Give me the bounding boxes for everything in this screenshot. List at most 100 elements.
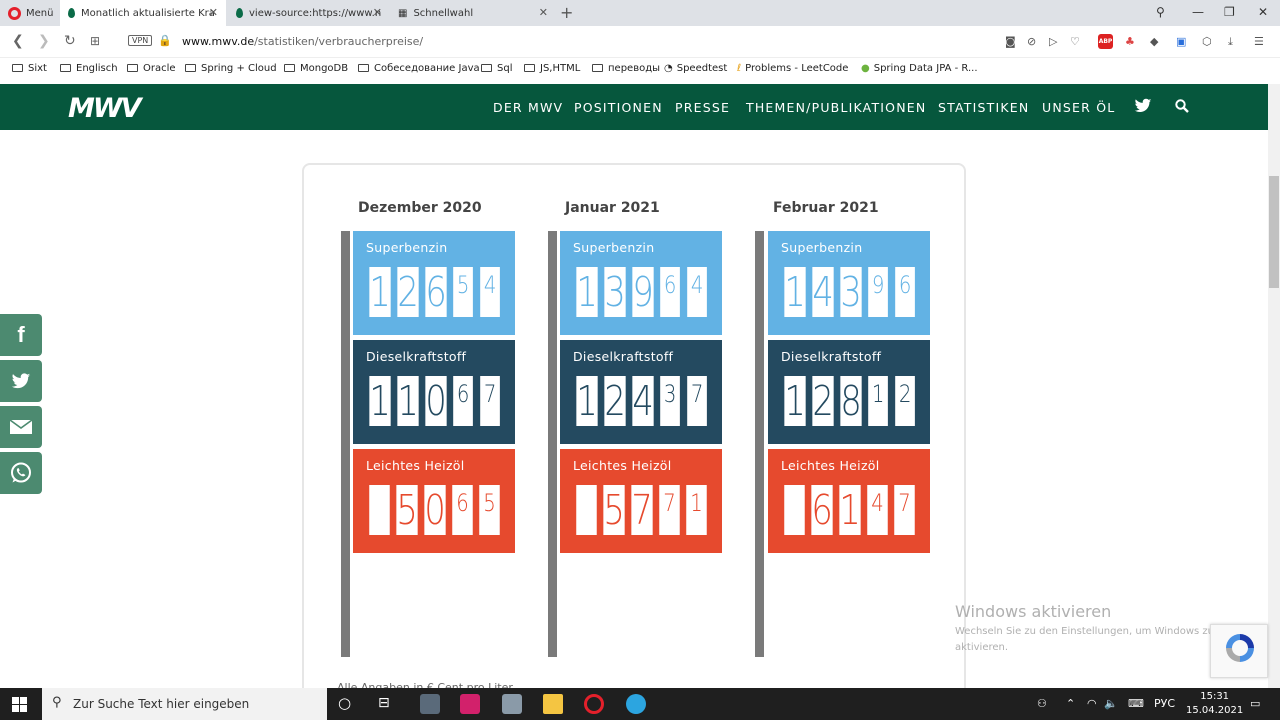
bookmark-item[interactable]: Собеседование Java xyxy=(358,63,480,74)
price-digit xyxy=(369,485,390,535)
nav-unser-oel[interactable]: UNSER ÖL xyxy=(1042,100,1115,115)
bookmark-item[interactable]: MongoDB xyxy=(284,63,348,74)
price-digit: 7 xyxy=(479,376,500,426)
price-digit: 7 xyxy=(631,485,653,535)
close-icon[interactable]: ✕ xyxy=(373,6,382,19)
window-close-icon[interactable]: ✕ xyxy=(1258,5,1268,19)
month-label: Dezember 2020 xyxy=(358,200,482,216)
close-icon[interactable]: ✕ xyxy=(209,6,218,19)
bookmark-item[interactable]: ◔ Speedtest xyxy=(664,63,727,74)
price-digit: 4 xyxy=(686,267,707,317)
bookmarks-bar: Sixt Englisch Oracle Spring + Cloud Mong… xyxy=(0,58,1280,82)
wifi-icon[interactable]: ◠ xyxy=(1087,697,1097,710)
bookmark-item[interactable]: Sixt xyxy=(12,63,47,74)
price-digit: 3 xyxy=(660,376,681,426)
share-twitter-button[interactable] xyxy=(0,360,42,402)
extension-icon[interactable]: ◆ xyxy=(1150,35,1158,48)
recaptcha-badge[interactable] xyxy=(1210,624,1268,678)
url-field[interactable]: www.mwv.de/statistiken/verbraucherpreise… xyxy=(182,35,423,48)
twitter-icon[interactable] xyxy=(1134,98,1152,118)
price-digit: 1 xyxy=(576,376,598,426)
intellij-icon[interactable] xyxy=(460,694,480,714)
volume-icon[interactable]: 🔈 xyxy=(1104,697,1118,710)
search-icon[interactable] xyxy=(1175,98,1189,117)
bookmark-item[interactable]: Englisch xyxy=(60,63,118,74)
tab-speed-dial[interactable]: ▦ Schnellwahl ✕ xyxy=(390,0,556,26)
lock-icon[interactable]: 🔒 xyxy=(158,34,172,47)
forward-icon[interactable]: ❯ xyxy=(38,33,50,49)
close-icon[interactable]: ✕ xyxy=(539,6,548,19)
taskbar-search-input[interactable]: ⚲ Zur Suche Text hier eingeben xyxy=(42,688,327,720)
nav-der-mwv[interactable]: DER MWV xyxy=(493,100,563,115)
reload-icon[interactable]: ↻ xyxy=(64,33,76,49)
new-tab-icon[interactable]: + xyxy=(560,3,573,22)
file-explorer-icon[interactable] xyxy=(543,694,563,714)
app-icon[interactable] xyxy=(420,694,440,714)
price-digit: 6 xyxy=(452,485,473,535)
bookmark-item[interactable]: переводы xyxy=(592,63,660,74)
easy-setup-icon[interactable]: ☰ xyxy=(1254,35,1264,48)
price-digit: 2 xyxy=(604,376,626,426)
scrollbar-thumb[interactable] xyxy=(1269,176,1279,288)
tab-view-source[interactable]: view-source:https://www.n ✕ xyxy=(228,0,390,26)
tabs-grid-icon[interactable]: ⊞ xyxy=(90,34,100,48)
bookmark-item[interactable]: Sql xyxy=(481,63,512,74)
price-digits: 13964 xyxy=(574,267,709,317)
extension-icon[interactable]: ♣ xyxy=(1125,35,1135,48)
bookmark-item[interactable]: ● Spring Data JPA - R... xyxy=(861,63,978,74)
adblock-icon[interactable]: ABP xyxy=(1098,34,1113,49)
minimize-icon[interactable]: — xyxy=(1192,5,1204,19)
chevron-up-icon[interactable]: ⌃ xyxy=(1066,697,1075,710)
fuel-label: Leichtes Heizöl xyxy=(366,458,465,473)
vpn-badge[interactable]: VPN xyxy=(128,35,153,46)
download-icon[interactable]: ⤓ xyxy=(1228,35,1233,49)
nav-positionen[interactable]: POSITIONEN xyxy=(574,100,663,115)
tab-mwv[interactable]: Monatlich aktualisierte Kra ✕ xyxy=(60,0,226,26)
price-digit: 6 xyxy=(453,376,474,426)
bookmark-item[interactable]: JS,HTML xyxy=(524,63,580,74)
price-digit: 6 xyxy=(894,267,915,317)
language-indicator[interactable]: РУС xyxy=(1154,697,1175,710)
whatsapp-icon xyxy=(11,462,31,483)
heart-icon[interactable]: ♡ xyxy=(1070,35,1080,48)
fuel-label: Superbenzin xyxy=(781,240,863,255)
share-facebook-button[interactable]: f xyxy=(0,314,42,356)
system-clock[interactable]: 15:31 15.04.2021 xyxy=(1186,690,1243,718)
cube-icon[interactable]: ⬡ xyxy=(1202,35,1212,48)
opera-menu-button[interactable]: Menü xyxy=(0,0,60,26)
bookmark-item[interactable]: Oracle xyxy=(127,63,176,74)
windows-start-icon[interactable] xyxy=(12,697,27,716)
price-digits: 14396 xyxy=(782,267,917,317)
opera-icon xyxy=(8,6,21,20)
price-digit: 3 xyxy=(840,267,862,317)
bookmark-item[interactable]: Spring + Cloud xyxy=(185,63,277,74)
telegram-icon[interactable] xyxy=(626,694,646,714)
menu-label: Menü xyxy=(26,7,54,19)
share-mail-button[interactable] xyxy=(0,406,42,448)
camera-icon[interactable]: ◙ xyxy=(1005,35,1016,48)
nav-themen-publikationen[interactable]: THEMEN/PUBLIKATIONEN xyxy=(746,100,926,115)
send-icon[interactable]: ▷ xyxy=(1049,35,1057,48)
nav-statistiken[interactable]: STATISTIKEN xyxy=(938,100,1029,115)
maximize-icon[interactable]: ❐ xyxy=(1224,5,1235,19)
page-scrollbar[interactable] xyxy=(1268,84,1280,688)
translate-icon[interactable]: ▣ xyxy=(1176,35,1186,48)
bookmark-item[interactable]: ℓ Problems - LeetCode xyxy=(737,63,848,74)
search-tabs-icon[interactable]: ⚲ xyxy=(1156,5,1165,19)
task-view-icon[interactable]: ⊟ xyxy=(378,695,398,715)
shield-icon[interactable]: ⊘ xyxy=(1027,35,1036,48)
people-icon[interactable]: ⚇ xyxy=(1037,697,1047,710)
heizoel-panel: Leichtes Heizöl 6 1 4 7 xyxy=(768,449,930,553)
share-whatsapp-button[interactable] xyxy=(0,452,42,494)
price-digit: 2 xyxy=(397,267,419,317)
app-icon[interactable] xyxy=(502,694,522,714)
mwv-logo[interactable]: MWV xyxy=(68,93,142,124)
opera-icon[interactable] xyxy=(584,694,604,714)
nav-presse[interactable]: PRESSE xyxy=(675,100,730,115)
windows-taskbar: ⚲ Zur Suche Text hier eingeben ○ ⊟ ⚇ ⌃ ◠… xyxy=(0,688,1280,720)
back-icon[interactable]: ❮ xyxy=(12,33,24,49)
price-digit: 3 xyxy=(604,267,626,317)
notification-icon[interactable]: ▭ xyxy=(1250,697,1260,710)
keyboard-icon[interactable]: ⌨ xyxy=(1128,697,1144,710)
cortana-icon[interactable]: ○ xyxy=(338,694,358,714)
